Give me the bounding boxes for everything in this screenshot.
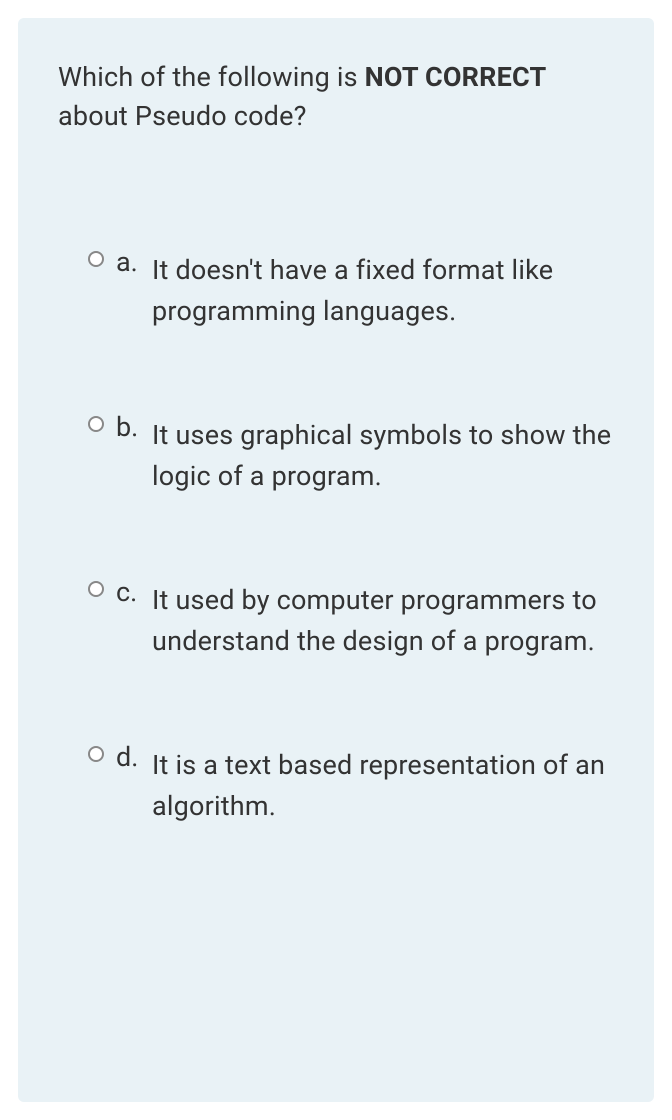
option-text-d: It is a text based representation of an … <box>152 741 614 826</box>
option-b[interactable]: b. It uses graphical symbols to show the… <box>88 411 614 496</box>
radio-b[interactable] <box>88 416 104 432</box>
option-letter-c: c. <box>116 576 146 608</box>
radio-wrap <box>88 741 104 766</box>
radio-wrap <box>88 246 104 271</box>
radio-a[interactable] <box>88 251 104 267</box>
radio-wrap <box>88 411 104 436</box>
option-a[interactable]: a. It doesn't have a fixed format like p… <box>88 246 614 331</box>
options-list: a. It doesn't have a fixed format like p… <box>58 246 614 826</box>
option-text-b: It uses graphical symbols to show the lo… <box>152 411 614 496</box>
option-text-a: It doesn't have a fixed format like prog… <box>152 246 614 331</box>
question-suffix: about Pseudo code? <box>58 100 307 132</box>
radio-wrap <box>88 576 104 601</box>
question-text: Which of the following is NOT CORRECT ab… <box>58 58 614 136</box>
option-label-wrap: c. It used by computer programmers to un… <box>116 576 614 661</box>
option-letter-d: d. <box>116 741 146 773</box>
option-d[interactable]: d. It is a text based representation of … <box>88 741 614 826</box>
option-letter-a: a. <box>116 246 146 278</box>
option-letter-b: b. <box>116 411 146 443</box>
option-label-wrap: d. It is a text based representation of … <box>116 741 614 826</box>
question-card: Which of the following is NOT CORRECT ab… <box>18 18 654 1102</box>
option-c[interactable]: c. It used by computer programmers to un… <box>88 576 614 661</box>
radio-d[interactable] <box>88 746 104 762</box>
option-text-c: It used by computer programmers to under… <box>152 576 614 661</box>
option-label-wrap: b. It uses graphical symbols to show the… <box>116 411 614 496</box>
question-prefix: Which of the following is <box>58 61 365 93</box>
question-bold: NOT CORRECT <box>365 61 547 93</box>
radio-c[interactable] <box>88 581 104 597</box>
option-label-wrap: a. It doesn't have a fixed format like p… <box>116 246 614 331</box>
